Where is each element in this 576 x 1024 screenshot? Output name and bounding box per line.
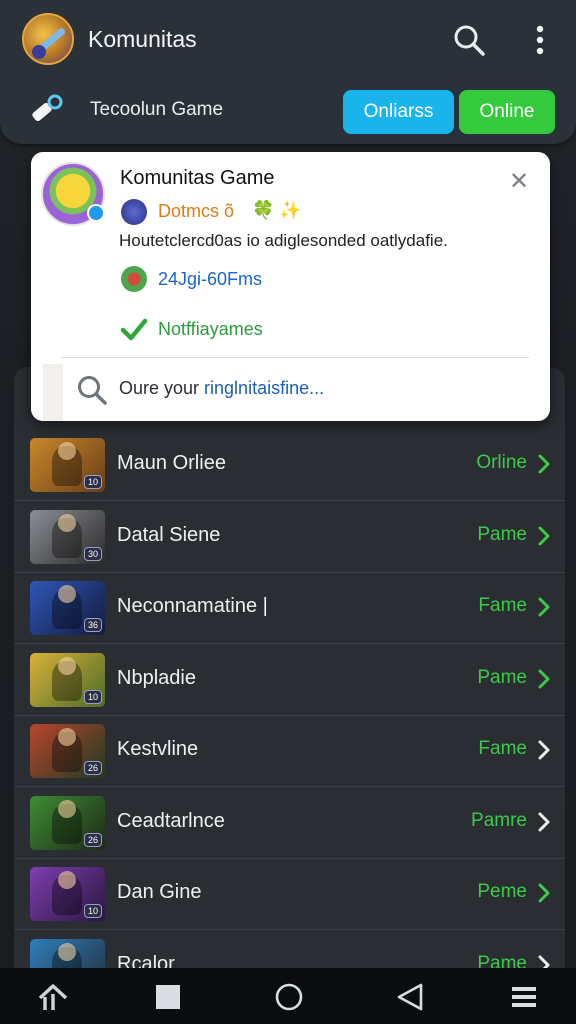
search-input-prefix: Oure your [119, 378, 205, 398]
list-item-name: Maun Orliee [117, 452, 226, 474]
divider [61, 357, 529, 358]
community-screen: Komunitas Tecoolun Game Onliarss Online … [0, 0, 576, 1024]
list-item-status: Fame [478, 738, 527, 759]
game-thumbnail: 10 [30, 438, 105, 492]
filter-button-blue[interactable]: Onliarss [343, 90, 454, 134]
list-item[interactable]: 10 Dan Gine Peme [14, 858, 565, 930]
app-logo-icon[interactable] [22, 13, 74, 65]
page-title: Komunitas [88, 26, 197, 52]
system-nav-bar [0, 968, 576, 1024]
app-header: Komunitas Tecoolun Game Onliarss Online [0, 0, 576, 144]
check-icon [120, 318, 148, 341]
square-icon[interactable] [151, 980, 185, 1014]
sparkle-emoji: 🍀 ✨ [252, 200, 302, 220]
menu-lines-icon[interactable] [507, 980, 541, 1014]
level-badge: 26 [84, 761, 102, 775]
list-item-status: Orline [476, 452, 527, 473]
game-thumbnail: 36 [30, 581, 105, 635]
list-item[interactable]: 26 Ceadtarlnce Pamre [14, 787, 565, 859]
notification-toggle-text[interactable]: Notffiayames [158, 319, 263, 340]
list-item[interactable]: 30 Datal Siene Pame [14, 501, 565, 573]
circle-home-icon[interactable] [272, 980, 306, 1014]
level-badge: 10 [84, 904, 102, 918]
home-icon[interactable] [36, 980, 70, 1014]
card-description: Houtetclercd0as io adiglesonded oatlydaf… [119, 231, 448, 250]
level-badge: 36 [84, 618, 102, 632]
chevron-right-icon[interactable] [537, 811, 551, 833]
chevron-right-icon[interactable] [537, 596, 551, 618]
list-item-name: Ceadtarlnce [117, 809, 225, 832]
list-item-status: Peme [477, 881, 527, 902]
player-count-link[interactable]: 24Jgi-60Fms [158, 269, 262, 290]
level-badge: 30 [84, 546, 102, 561]
list-item-status: Pame [477, 666, 527, 688]
verified-badge-icon [87, 204, 105, 222]
close-icon[interactable]: ✕ [509, 170, 529, 194]
chevron-right-icon[interactable] [537, 739, 551, 761]
list-item-name: Datal Siene [117, 523, 221, 546]
search-input[interactable]: Oure your ringlnitaisfine... [119, 378, 324, 399]
game-list: 10 Maun Orliee Orline 30 Datal Siene Pame 36 Ne… [14, 367, 565, 977]
game-thumbnail: 26 [30, 724, 105, 778]
chevron-right-icon[interactable] [537, 453, 551, 475]
game-ball-icon [121, 266, 147, 292]
community-avatar [41, 162, 105, 226]
search-icon[interactable] [451, 22, 487, 58]
list-item[interactable]: 10 Nbpladie Pame [14, 644, 565, 716]
level-badge: 26 [84, 832, 102, 847]
level-badge: 10 [84, 689, 102, 704]
community-popup-card: Komunitas Game ✕ Dotmcs õ 🍀 ✨ Houtetcler… [31, 152, 550, 421]
list-item[interactable]: 10 Maun Orliee Orline [14, 429, 565, 501]
list-item-status: Pamre [471, 809, 527, 831]
chevron-right-icon[interactable] [537, 525, 551, 547]
back-triangle-icon[interactable] [393, 980, 427, 1014]
globe-icon [121, 199, 147, 225]
more-vertical-icon[interactable] [526, 22, 554, 58]
list-item[interactable]: 26 Kestvline Fame [14, 715, 565, 787]
chevron-right-icon[interactable] [537, 668, 551, 690]
game-thumbnail: 26 [30, 795, 105, 850]
list-item-status: Fame [478, 595, 527, 616]
search-icon [78, 376, 107, 405]
list-item-name: Kestvline [117, 738, 199, 760]
list-item-name: Dan Gine [117, 881, 202, 903]
level-badge: 10 [84, 475, 102, 489]
card-title: Komunitas Game [120, 167, 275, 189]
section-subtitle: Tecoolun Game [90, 99, 224, 120]
online-button[interactable]: Online [459, 90, 555, 134]
game-thumbnail: 30 [30, 509, 105, 564]
game-thumbnail: 10 [30, 652, 105, 707]
list-item-name: Nbpladie [117, 666, 196, 689]
list-item-status: Pame [477, 523, 527, 545]
list-item[interactable]: 36 Neconnamatine | Fame [14, 572, 565, 644]
search-input-highlight: ringlnitaisfine... [204, 378, 325, 398]
decorative-strip [43, 364, 63, 421]
brush-icon[interactable] [28, 92, 64, 128]
game-thumbnail: 10 [30, 867, 105, 921]
members-text: Dotmcs õ [158, 201, 235, 221]
chevron-right-icon[interactable] [537, 882, 551, 904]
list-item-name: Neconnamatine | [117, 595, 268, 617]
